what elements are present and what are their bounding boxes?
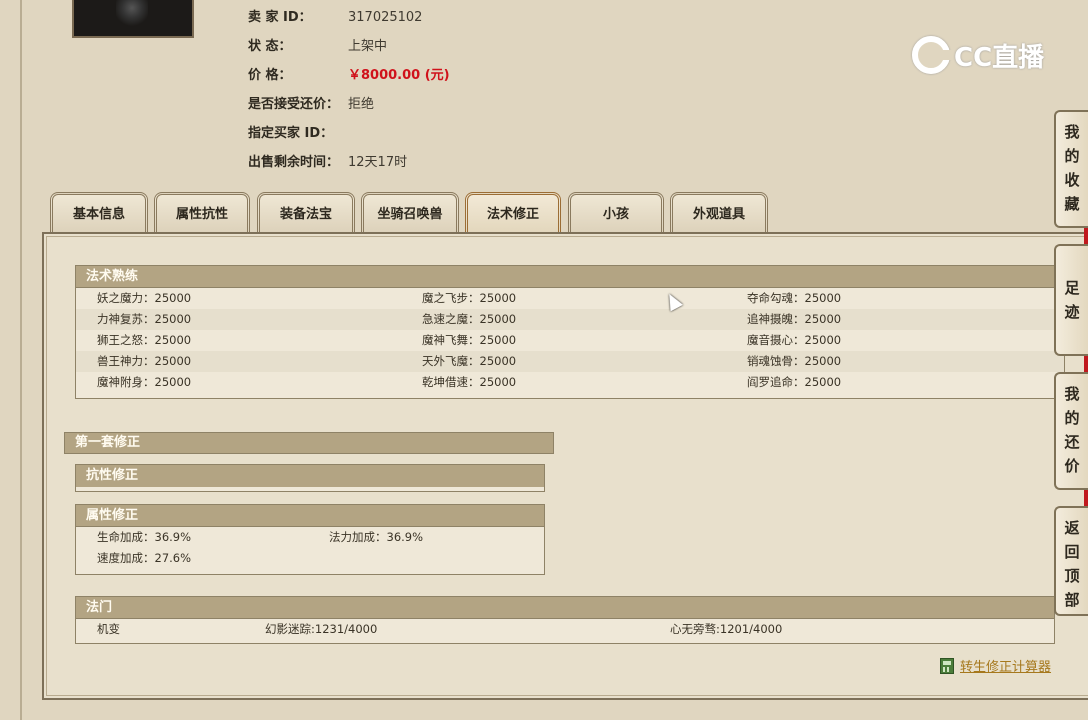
tab-basic-info[interactable]: 基本信息 (50, 192, 148, 232)
skill-cell: 夺命勾魂：25000 (747, 291, 842, 305)
left-border-rule (20, 0, 22, 720)
info-key: 出售剩余时间： (248, 155, 340, 170)
skill-cell: 销魂蚀骨：25000 (747, 354, 842, 368)
side-tab-my-offers[interactable]: 我的还价 (1054, 372, 1088, 490)
character-figure (116, 0, 148, 26)
skill-cell: 阎罗追命：25000 (747, 375, 842, 389)
info-row-designated-buyer: 指定买家 ID： (248, 124, 348, 144)
spell-proficiency-title: 法术熟练 (76, 266, 1064, 288)
tab-mount-pet[interactable]: 坐骑召唤兽 (361, 192, 459, 232)
attr-mod-box: 属性修正 生命加成：36.9% 法力加成：36.9% 速度加成：27.6% (75, 504, 545, 575)
info-row-time-left: 出售剩余时间： 12天17时 (248, 153, 407, 173)
info-row-seller-id: 卖 家 ID： 317025102 (248, 8, 422, 28)
info-row-counter-offer: 是否接受还价： 拒绝 (248, 95, 374, 115)
sect-box: 法门 机变 幻影迷踪:1231/4000 心无旁骛:1201/4000 (75, 596, 1055, 644)
side-tab-favorites[interactable]: 我的收藏 (1054, 110, 1088, 228)
sect-cell: 机变 (97, 622, 120, 636)
attr-cell: 生命加成：36.9% (97, 530, 192, 544)
info-value: 拒绝 (348, 97, 375, 112)
info-row-price: 价 格： ￥8000.00 (元) (248, 66, 450, 86)
list-item: 生命加成：36.9% 法力加成：36.9% (76, 527, 544, 548)
attr-cell: 法力加成：36.9% (329, 530, 424, 544)
attr-mod-title: 属性修正 (76, 505, 544, 527)
skill-cell: 天外飞魔：25000 (422, 354, 517, 368)
skill-cell: 魔神飞舞：25000 (422, 333, 517, 347)
skill-cell: 魔神附身：25000 (97, 375, 192, 389)
info-key: 状 态： (248, 39, 292, 54)
resist-mod-title: 抗性修正 (76, 465, 544, 487)
side-connector (1084, 356, 1088, 372)
spell-proficiency-box: 法术熟练 妖之魔力：25000 魔之飞步：25000 夺命勾魂：25000 力神… (75, 265, 1065, 399)
skill-cell: 魔之飞步：25000 (422, 291, 517, 305)
skill-cell: 妖之魔力：25000 (97, 291, 192, 305)
side-tab-label: 我的收藏 (1064, 123, 1080, 213)
list-item: 力神复苏：25000 急速之魔：25000 追神摄魄：25000 (76, 309, 1064, 330)
side-tab-back-to-top[interactable]: 返回顶部 (1054, 506, 1088, 616)
info-value: 12天17时 (348, 155, 408, 170)
sect-title: 法门 (76, 597, 1054, 619)
spell-proficiency-rows: 妖之魔力：25000 魔之飞步：25000 夺命勾魂：25000 力神复苏：25… (76, 288, 1064, 393)
first-set-header: 第一套修正 (64, 432, 554, 454)
side-tab-label: 我的还价 (1064, 385, 1080, 475)
info-value: 上架中 (348, 39, 388, 54)
resist-mod-box: 抗性修正 (75, 464, 545, 492)
tab-spell-mod[interactable]: 法术修正 (465, 192, 561, 232)
skill-cell: 追神摄魄：25000 (747, 312, 842, 326)
tab-attr-resist[interactable]: 属性抗性 (154, 192, 250, 232)
sect-cell: 幻影迷踪:1231/4000 (265, 622, 378, 636)
calculator-link-text[interactable]: 转生修正计算器 (960, 656, 1051, 675)
list-item: 兽王神力：25000 天外飞魔：25000 销魂蚀骨：25000 (76, 351, 1064, 372)
skill-cell: 乾坤借速：25000 (422, 375, 517, 389)
side-connector (1084, 228, 1088, 244)
sect-cell: 心无旁骛:1201/4000 (670, 622, 783, 636)
tab-appearance[interactable]: 外观道具 (670, 192, 768, 232)
list-item: 速度加成：27.6% (76, 548, 544, 569)
skill-cell: 魔音摄心：25000 (747, 333, 842, 347)
info-key: 是否接受还价： (248, 97, 340, 112)
skill-cell: 力神复苏：25000 (97, 312, 192, 326)
calculator-icon (940, 657, 954, 674)
tab-child[interactable]: 小孩 (568, 192, 664, 232)
logo-ring-icon (912, 36, 952, 74)
logo-text: CC直播 (954, 42, 1045, 73)
info-key: 卖 家 ID： (248, 10, 312, 25)
info-key: 指定买家 ID： (248, 126, 334, 141)
tab-equipment[interactable]: 装备法宝 (257, 192, 355, 232)
list-item: 机变 幻影迷踪:1231/4000 心无旁骛:1201/4000 (76, 619, 1054, 640)
attr-cell: 速度加成：27.6% (97, 551, 192, 565)
skill-cell: 兽王神力：25000 (97, 354, 192, 368)
list-item: 妖之魔力：25000 魔之飞步：25000 夺命勾魂：25000 (76, 288, 1064, 309)
info-row-status: 状 态： 上架中 (248, 37, 387, 57)
list-item: 魔神附身：25000 乾坤借速：25000 阎罗追命：25000 (76, 372, 1064, 393)
side-tab-label: 足迹 (1064, 279, 1080, 321)
character-thumbnail[interactable] (72, 0, 194, 38)
skill-cell: 急速之魔：25000 (422, 312, 517, 326)
side-connector (1084, 490, 1088, 506)
skill-cell: 狮王之怒：25000 (97, 333, 192, 347)
calculator-link[interactable]: 转生修正计算器 (940, 656, 1051, 675)
side-tab-label: 返回顶部 (1064, 519, 1080, 609)
info-value: 317025102 (348, 10, 423, 25)
list-item: 狮王之怒：25000 魔神飞舞：25000 魔音摄心：25000 (76, 330, 1064, 351)
side-tab-footprint[interactable]: 足迹 (1054, 244, 1088, 356)
info-key: 价 格： (248, 68, 292, 83)
price-value: ￥8000.00 (元) (348, 68, 450, 83)
cc-live-watermark-logo: CC直播 (912, 36, 1044, 74)
